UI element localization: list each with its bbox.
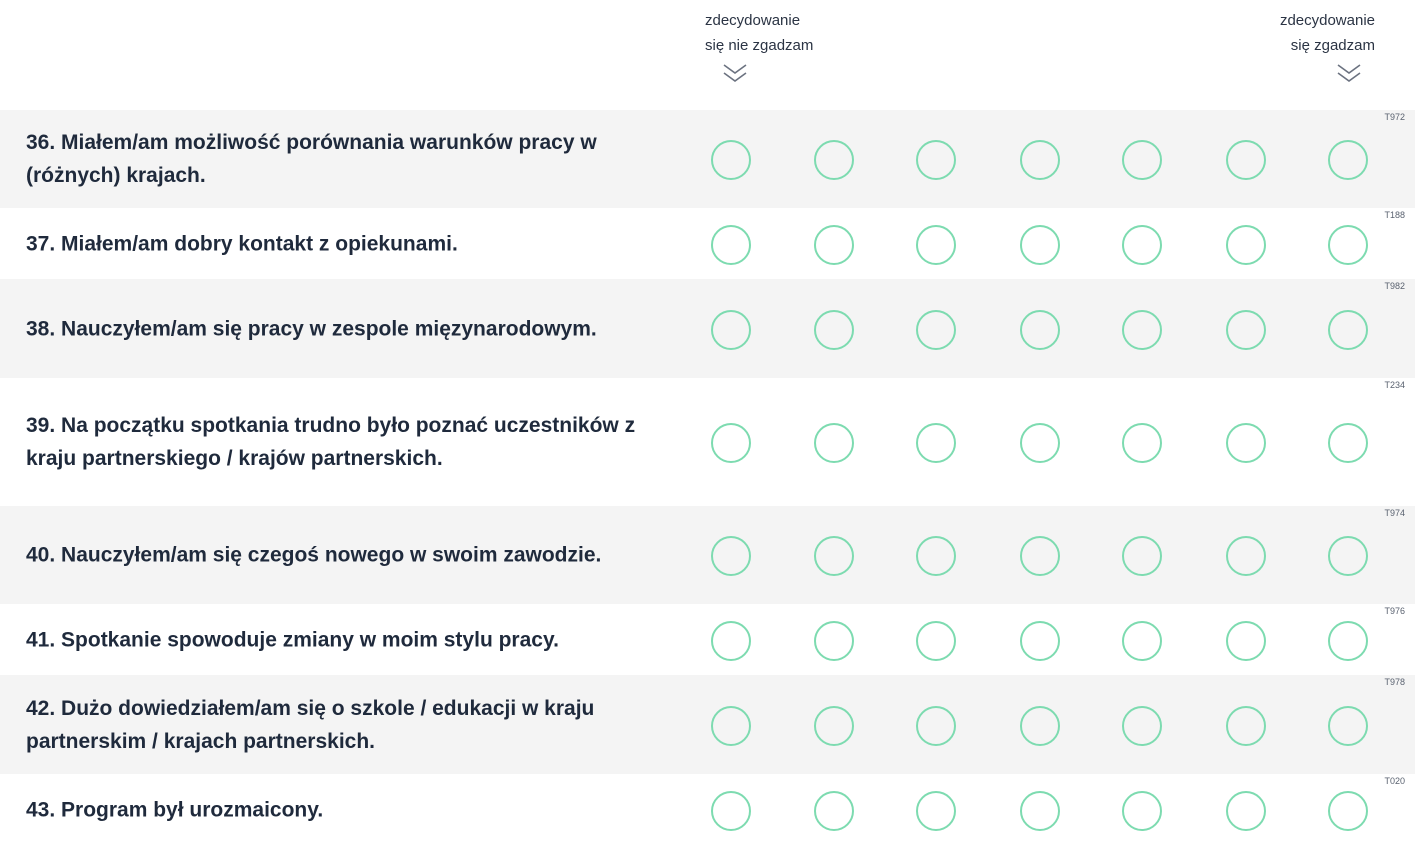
scale-option-2-radio[interactable]	[814, 705, 854, 746]
scale-option-4-radio[interactable]	[1020, 140, 1060, 180]
scale-option-1-radio[interactable]	[711, 140, 751, 180]
question-text: 39. Na początku spotkania trudno było po…	[26, 414, 636, 470]
scale-option-2-radio[interactable]	[814, 620, 854, 661]
scale-option-7-radio[interactable]	[1328, 423, 1368, 463]
scale-option-5-radio[interactable]	[1122, 536, 1162, 576]
scale-option-5-radio[interactable]	[1122, 620, 1162, 661]
scale-option-4-radio[interactable]	[1020, 536, 1060, 576]
scale-option-7-radio[interactable]	[1328, 620, 1368, 661]
scale-label-disagree: zdecydowanie się nie zgadzam	[705, 8, 813, 58]
scale-option-2-radio[interactable]	[814, 536, 854, 576]
scale-option-1-radio[interactable]	[711, 790, 751, 831]
question-code: T976	[1384, 606, 1405, 616]
scale-label-disagree-line2: się nie zgadzam	[705, 37, 814, 54]
scale-option-1-radio[interactable]	[711, 423, 751, 463]
scale-header: zdecydowanie się nie zgadzam zdecydowani…	[0, 0, 1423, 110]
question-code: T188	[1384, 210, 1405, 220]
scale-option-3-radio[interactable]	[916, 140, 956, 180]
scale-option-2-radio[interactable]	[814, 790, 854, 831]
question-code: T234	[1384, 380, 1405, 390]
question-code: T020	[1384, 776, 1405, 786]
scale-option-5-radio[interactable]	[1122, 140, 1162, 180]
scale-option-6-radio[interactable]	[1226, 705, 1266, 746]
question-code: T982	[1384, 281, 1405, 291]
scale-option-3-radio[interactable]	[916, 705, 956, 746]
scale-option-3-radio[interactable]	[916, 309, 956, 350]
question-row: 38. Nauczyłem/am się pracy w zespole mię…	[0, 279, 1415, 378]
question-row: 42. Dużo dowiedziałem/am się o szkole / …	[0, 675, 1415, 774]
scale-option-3-radio[interactable]	[916, 536, 956, 576]
scale-option-7-radio[interactable]	[1328, 536, 1368, 576]
question-text: 41. Spotkanie spowoduje zmiany w moim st…	[26, 628, 559, 651]
question-row: 39. Na początku spotkania trudno było po…	[0, 378, 1415, 506]
scale-option-7-radio[interactable]	[1328, 790, 1368, 831]
scale-option-7-radio[interactable]	[1328, 309, 1368, 350]
question-row: 40. Nauczyłem/am się czegoś nowego w swo…	[0, 506, 1415, 604]
scale-option-2-radio[interactable]	[814, 224, 854, 265]
question-code: T978	[1384, 677, 1405, 687]
scale-option-3-radio[interactable]	[916, 423, 956, 463]
question-text: 38. Nauczyłem/am się pracy w zespole mię…	[26, 317, 597, 340]
scale-option-3-radio[interactable]	[916, 224, 956, 265]
scale-option-6-radio[interactable]	[1226, 620, 1266, 661]
scale-option-1-radio[interactable]	[711, 705, 751, 746]
scale-option-6-radio[interactable]	[1226, 536, 1266, 576]
question-code: T972	[1384, 112, 1405, 122]
scale-option-7-radio[interactable]	[1328, 224, 1368, 265]
scale-option-3-radio[interactable]	[916, 620, 956, 661]
question-row: 43. Program był urozmaicony. T020	[0, 774, 1415, 845]
question-text: 43. Program był urozmaicony.	[26, 798, 324, 821]
scale-option-3-radio[interactable]	[916, 790, 956, 831]
question-row: 41. Spotkanie spowoduje zmiany w moim st…	[0, 604, 1415, 675]
scale-label-agree-line1: zdecydowanie	[1279, 12, 1375, 29]
scale-option-5-radio[interactable]	[1122, 423, 1162, 463]
scale-label-agree-line2: się zgadzam	[1290, 37, 1375, 54]
scale-option-5-radio[interactable]	[1122, 309, 1162, 350]
question-text: 36. Miałem/am możliwość porównania warun…	[26, 131, 597, 187]
scale-option-7-radio[interactable]	[1328, 140, 1368, 180]
scale-option-6-radio[interactable]	[1226, 140, 1266, 180]
double-chevron-down-icon	[1337, 64, 1361, 82]
scale-option-1-radio[interactable]	[711, 224, 751, 265]
scale-option-4-radio[interactable]	[1020, 423, 1060, 463]
scale-option-4-radio[interactable]	[1020, 620, 1060, 661]
scale-option-5-radio[interactable]	[1122, 224, 1162, 265]
question-row: 36. Miałem/am możliwość porównania warun…	[0, 110, 1415, 208]
scale-label-agree: zdecydowanie się zgadzam	[1280, 8, 1375, 58]
scale-option-1-radio[interactable]	[711, 536, 751, 576]
scale-option-2-radio[interactable]	[814, 309, 854, 350]
scale-option-6-radio[interactable]	[1226, 224, 1266, 265]
question-row: 37. Miałem/am dobry kontakt z opiekunami…	[0, 208, 1415, 279]
question-text: 37. Miałem/am dobry kontakt z opiekunami…	[26, 232, 458, 255]
scale-option-4-radio[interactable]	[1020, 790, 1060, 831]
scale-option-1-radio[interactable]	[711, 309, 751, 350]
question-list: 36. Miałem/am możliwość porównania warun…	[0, 110, 1415, 845]
scale-option-7-radio[interactable]	[1328, 705, 1368, 746]
question-code: T974	[1384, 508, 1405, 518]
scale-label-disagree-line1: zdecydowanie	[705, 12, 801, 29]
scale-option-4-radio[interactable]	[1020, 309, 1060, 350]
scale-option-5-radio[interactable]	[1122, 790, 1162, 831]
scale-option-6-radio[interactable]	[1226, 423, 1266, 463]
scale-option-2-radio[interactable]	[814, 140, 854, 180]
question-text: 42. Dużo dowiedziałem/am się o szkole / …	[26, 696, 595, 753]
scale-option-4-radio[interactable]	[1020, 705, 1060, 746]
scale-option-6-radio[interactable]	[1226, 309, 1266, 350]
question-text: 40. Nauczyłem/am się czegoś nowego w swo…	[26, 543, 602, 567]
double-chevron-down-icon	[723, 64, 747, 82]
scale-option-4-radio[interactable]	[1020, 224, 1060, 265]
scale-option-1-radio[interactable]	[711, 620, 751, 661]
scale-option-6-radio[interactable]	[1226, 790, 1266, 831]
scale-option-5-radio[interactable]	[1122, 705, 1162, 746]
scale-option-2-radio[interactable]	[814, 423, 854, 463]
